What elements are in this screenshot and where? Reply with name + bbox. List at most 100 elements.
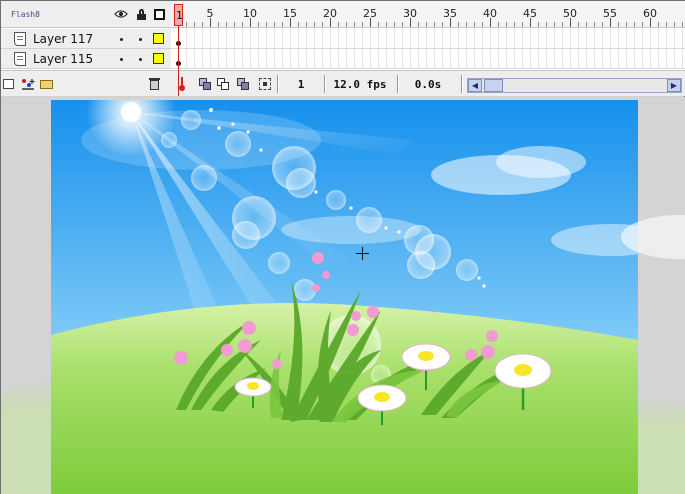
- ruler-tick: [594, 22, 595, 27]
- ruler-tick: [514, 22, 515, 27]
- onion-skin-button[interactable]: [197, 76, 213, 92]
- lock-icon[interactable]: [134, 8, 148, 20]
- timeline-status-bar: 1 12.0 fps 0.0s ◀ ▶: [171, 70, 685, 96]
- layer-icon: [14, 32, 26, 46]
- ruler-tick: [362, 22, 363, 27]
- ruler-tick: [578, 22, 579, 27]
- visibility-dot[interactable]: [120, 58, 123, 61]
- ruler-tick: [234, 22, 235, 27]
- ruler-tick: [402, 22, 403, 27]
- insert-layer-icon[interactable]: [1, 77, 17, 91]
- ruler-tick: [338, 22, 339, 27]
- ruler-tick: [586, 22, 587, 27]
- outline-color-swatch[interactable]: [153, 33, 164, 44]
- ruler-tick: [218, 22, 219, 27]
- ruler-tick: [674, 22, 675, 27]
- center-frame-button[interactable]: [174, 76, 190, 92]
- stage-work-area[interactable]: [1, 97, 685, 494]
- ruler-tick: [426, 22, 427, 27]
- ruler-tick: [474, 22, 475, 27]
- ruler-tick: [298, 22, 299, 27]
- ruler-tick: [434, 22, 435, 27]
- current-frame-field: 1: [297, 78, 305, 91]
- scroll-left-arrow-icon[interactable]: ◀: [468, 79, 482, 92]
- ruler-tick: [322, 22, 323, 27]
- ruler-tick: [634, 22, 635, 27]
- frame-rate-field[interactable]: 12.0 fps: [327, 76, 393, 93]
- separator: [397, 75, 399, 93]
- onion-skin-outlines-button[interactable]: [215, 76, 231, 92]
- ruler-number: 10: [243, 7, 257, 20]
- ruler-tick: [482, 22, 483, 27]
- layer-name[interactable]: Layer 117: [33, 32, 93, 46]
- timeline-panel: Flash8 5 10 15 20 25 30 35 40 45 50 55 60 Layer 117…: [1, 1, 685, 96]
- visibility-dot[interactable]: [120, 38, 123, 41]
- ruler-tick: [626, 22, 627, 27]
- ruler-number: 55: [603, 7, 617, 20]
- frames-row-117[interactable]: [171, 29, 685, 49]
- lock-dot[interactable]: [139, 38, 142, 41]
- layer-row-115[interactable]: Layer 115: [1, 49, 171, 69]
- flash-editor-window: Flash8 5 10 15 20 25 30 35 40 45 50 55 60 Layer 117…: [0, 0, 685, 494]
- lock-dot[interactable]: [139, 58, 142, 61]
- ruler-tick: [386, 22, 387, 27]
- elapsed-time-field: 0.0s: [414, 78, 442, 91]
- layer-toolbar: [1, 70, 171, 96]
- ruler-tick: [418, 22, 419, 27]
- insert-layer-folder-icon[interactable]: [38, 77, 54, 91]
- frames-row-115[interactable]: [171, 49, 685, 69]
- ruler-tick: [394, 22, 395, 27]
- ruler-number: 5: [206, 7, 214, 20]
- scroll-right-arrow-icon[interactable]: ▶: [667, 79, 681, 92]
- ruler-tick: [178, 18, 179, 27]
- separator: [324, 75, 326, 93]
- keyframe[interactable]: [176, 41, 181, 46]
- trash-icon[interactable]: [149, 77, 161, 91]
- frame-ruler[interactable]: 5 10 15 20 25 30 35 40 45 50 55 60: [171, 1, 685, 28]
- timeline-title: Flash8: [11, 10, 40, 19]
- separator: [277, 75, 279, 93]
- scroll-thumb[interactable]: [484, 79, 503, 92]
- ruler-tick: [666, 22, 667, 27]
- ruler-tick: [562, 22, 563, 27]
- ruler-tick: [194, 22, 195, 27]
- ruler-tick: [274, 22, 275, 27]
- ruler-tick: [258, 22, 259, 27]
- ruler-number: 30: [403, 7, 417, 20]
- timeline-header: Flash8: [1, 1, 171, 28]
- ruler-tick: [226, 22, 227, 27]
- ruler-tick: [282, 22, 283, 27]
- ruler-tick: [642, 22, 643, 27]
- ruler-tick: [306, 22, 307, 27]
- ruler-tick: [378, 22, 379, 27]
- separator: [461, 75, 463, 93]
- ruler-number: 25: [363, 7, 377, 20]
- ruler-tick: [602, 22, 603, 27]
- layer-row-117[interactable]: Layer 117: [1, 29, 171, 49]
- ruler-number: 35: [443, 7, 457, 20]
- timeline-horizontal-scrollbar[interactable]: ◀ ▶: [467, 78, 682, 93]
- ruler-tick: [546, 22, 547, 27]
- scene-artwork: [51, 100, 638, 494]
- add-motion-guide-icon[interactable]: [20, 77, 36, 91]
- layer-name[interactable]: Layer 115: [33, 52, 93, 66]
- ruler-number: 45: [523, 7, 537, 20]
- stage-canvas[interactable]: [51, 100, 638, 494]
- layer-icon: [14, 52, 26, 66]
- outline-color-swatch[interactable]: [153, 53, 164, 64]
- ruler-tick: [442, 22, 443, 27]
- ruler-tick: [682, 22, 683, 27]
- ruler-number: 60: [643, 7, 657, 20]
- edit-multiple-frames-button[interactable]: [235, 76, 251, 92]
- outline-icon[interactable]: [152, 8, 166, 20]
- modify-onion-markers-button[interactable]: [257, 76, 273, 92]
- ruler-tick: [458, 22, 459, 27]
- eye-icon[interactable]: [114, 8, 128, 20]
- ruler-tick: [506, 22, 507, 27]
- ruler-tick: [354, 22, 355, 27]
- ruler-tick: [522, 22, 523, 27]
- keyframe[interactable]: [176, 61, 181, 66]
- ruler-tick: [538, 22, 539, 27]
- ruler-tick: [266, 22, 267, 27]
- ruler-tick: [346, 22, 347, 27]
